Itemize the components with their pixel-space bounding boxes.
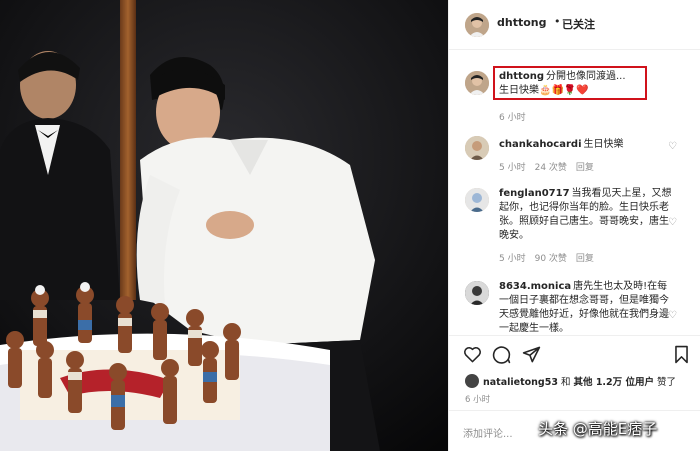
comment-body: 生日快樂 — [583, 139, 624, 150]
post-header: dhttong • 已关注 — [449, 0, 700, 50]
author-username[interactable]: dhttong — [497, 16, 546, 29]
comment-username[interactable]: 8634.monica — [499, 281, 571, 292]
comment-text: fenglan0717 当我看见天上星，又想起你，也记得你当年的脸。生日快乐老张。… — [499, 187, 674, 243]
liker-avatar[interactable] — [465, 374, 479, 388]
comment-meta: 5 小时 24 次赞 回复 — [499, 163, 594, 173]
post-photo[interactable] — [0, 0, 448, 451]
bookmark-icon[interactable] — [673, 345, 690, 368]
author-avatar[interactable] — [465, 13, 489, 37]
other-likers-link[interactable]: 其他 1.2万 位用户 — [574, 377, 654, 388]
comment-like-icon[interactable]: ♡ — [668, 217, 677, 228]
commenter-avatar[interactable] — [465, 281, 489, 305]
comment-username[interactable]: fenglan0717 — [499, 188, 570, 199]
caption-highlight-box — [493, 66, 647, 100]
watermark: 头条 @高能E痞子 — [538, 420, 658, 438]
post-timestamp: 6 小时 — [465, 395, 491, 405]
comment-like-icon[interactable]: ♡ — [668, 141, 677, 152]
comment-meta: 5 小时 90 次赞 回复 — [499, 254, 594, 264]
commenter-avatar[interactable] — [465, 188, 489, 212]
comment-reply-button[interactable]: 回复 — [576, 163, 594, 173]
birthday-photo-illustration — [0, 0, 448, 451]
add-comment-placeholder[interactable]: 添加评论... — [463, 425, 513, 440]
comment-like-icon[interactable]: ♡ — [668, 310, 677, 321]
comment-text: 8634.monica 唐先生也太及時!在每一個日子裏都在想念哥哥，但是唯獨今天感… — [499, 280, 674, 334]
share-icon[interactable] — [522, 345, 541, 368]
comment-item: 8634.monica 唐先生也太及時!在每一個日子裏都在想念哥哥，但是唯獨今天感… — [449, 278, 700, 334]
follow-status-button[interactable]: 已关注 — [562, 16, 595, 32]
separator-dot: • — [554, 15, 561, 28]
caption-avatar[interactable] — [465, 71, 489, 95]
commenter-avatar[interactable] — [465, 136, 489, 160]
caption-time: 6 小时 — [499, 113, 526, 123]
comment-icon[interactable] — [492, 345, 511, 368]
heart-icon[interactable] — [463, 345, 482, 368]
liker-username[interactable]: natalietong53 — [483, 377, 558, 388]
comment-text: chankahocardi 生日快樂 — [499, 138, 674, 152]
comment-username[interactable]: chankahocardi — [499, 139, 582, 150]
post-side-panel: dhttong • 已关注 dhttong 分開也像同渡過... 生日快樂🎂🎁🌹❤… — [448, 0, 700, 451]
comment-likes-count[interactable]: 24 次赞 — [535, 163, 567, 173]
comment-reply-button[interactable]: 回复 — [576, 254, 594, 264]
comment-likes-count[interactable]: 90 次赞 — [535, 254, 567, 264]
likes-summary: natalietong53 和 其他 1.2万 位用户 赞了 — [483, 377, 677, 388]
